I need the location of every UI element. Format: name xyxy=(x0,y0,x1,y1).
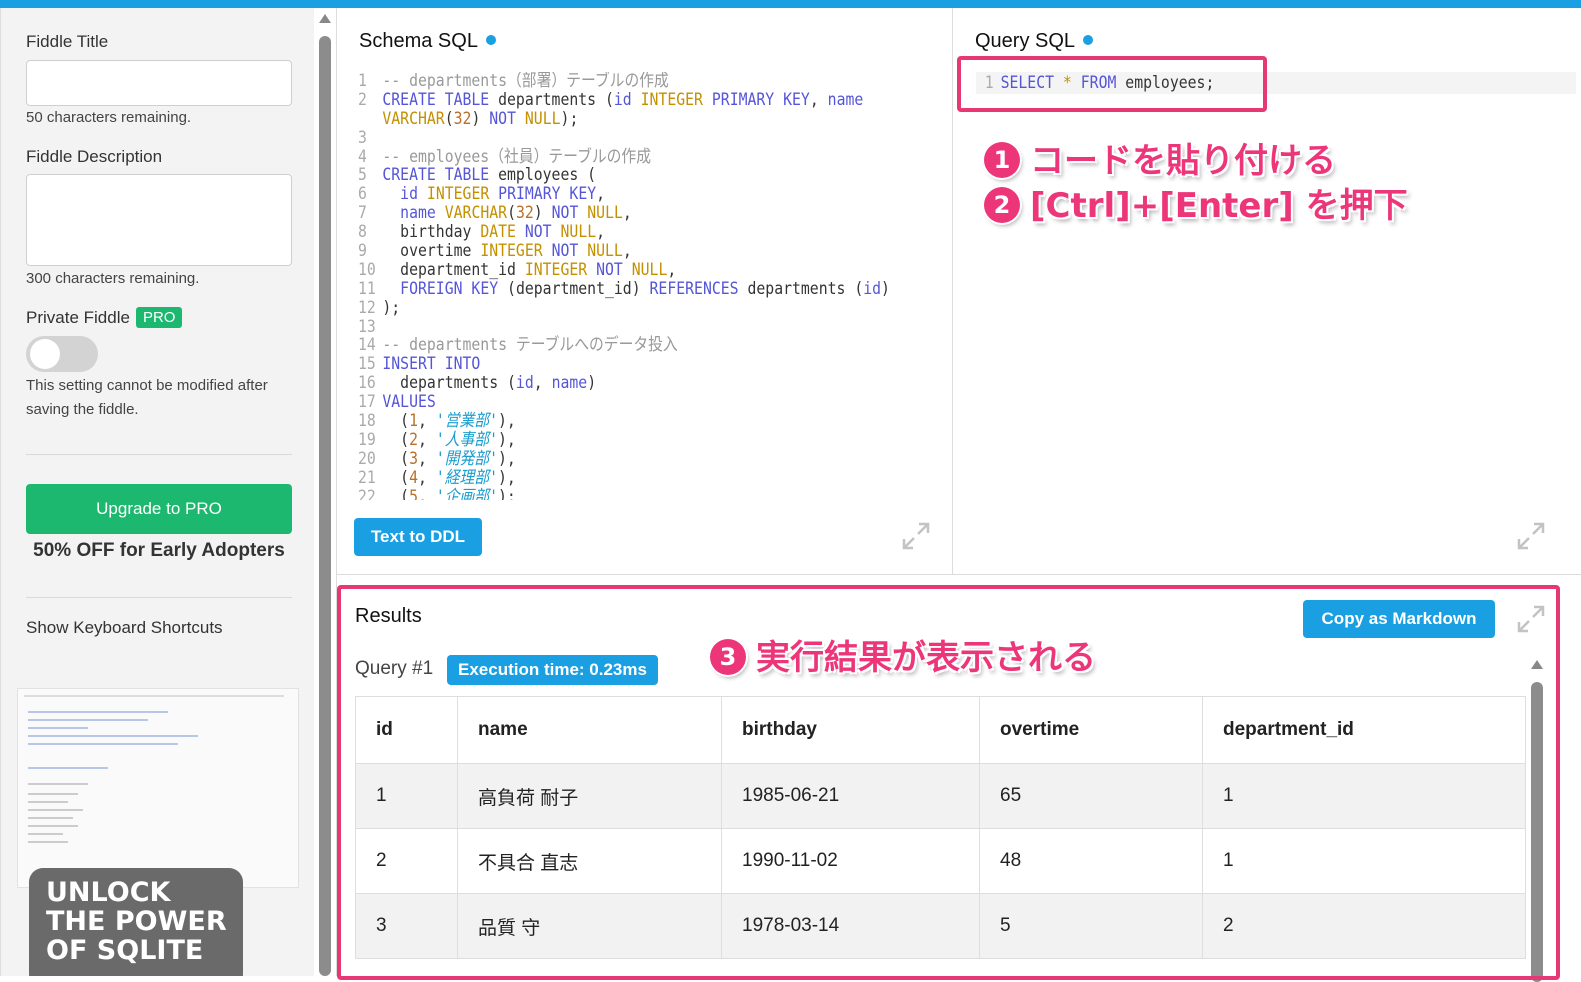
annotation-text: コードを貼り付ける xyxy=(1030,141,1336,181)
offer-text: 50% OFF for Early Adopters xyxy=(33,540,285,561)
scrollbar-thumb[interactable] xyxy=(319,36,331,976)
code-line: 5 CREATE TABLE employees ( xyxy=(358,165,597,186)
sidebar: Fiddle Title 50 characters remaining. Fi… xyxy=(0,8,314,976)
schema-editor[interactable]: 1 -- departments（部署）テーブルの作成 2 CREATE TABLE… xyxy=(358,72,948,500)
private-note: This setting cannot be modified after sa… xyxy=(26,377,268,418)
pro-badge: PRO xyxy=(135,307,183,328)
code-line: 2 CREATE TABLE departments (id INTEGER PR… xyxy=(358,89,864,110)
status-dot-icon xyxy=(485,35,496,45)
code-line: 13 xyxy=(358,316,376,337)
code-line: 10 department_id INTEGER NOT NULL, xyxy=(358,259,677,280)
description-remaining: 300 characters remaining. xyxy=(26,270,200,287)
expand-icon[interactable] xyxy=(900,520,932,552)
code-line: 15 INSERT INTO xyxy=(358,354,481,375)
annotation-step-1: 1 コードを貼り付ける xyxy=(984,133,1336,182)
scroll-up-arrow-icon[interactable] xyxy=(319,14,331,23)
code-line: 22 (5, '企画部'); xyxy=(358,486,516,500)
promo-line-2: THE POWER xyxy=(46,906,227,937)
expand-icon[interactable] xyxy=(1515,520,1547,552)
query-sql-title-text: Query SQL xyxy=(975,30,1076,52)
highlight-box-results xyxy=(337,585,1560,980)
code-line: 4 -- employees（社員）テーブルの作成 xyxy=(358,146,652,167)
promo-screenshot-image xyxy=(17,688,299,888)
fiddle-description-input[interactable] xyxy=(26,174,292,266)
code-line: 17 VALUES xyxy=(358,392,436,413)
promo-line-1: UNLOCK xyxy=(46,877,171,908)
code-line: 9 overtime INTEGER NOT NULL, xyxy=(358,241,632,262)
divider xyxy=(26,454,292,455)
annotation-text: [Ctrl]+[Enter] を押下 xyxy=(1030,186,1408,226)
code-line: 20 (3, '開発部'), xyxy=(358,448,516,469)
upgrade-pro-button[interactable]: Upgrade to PRO xyxy=(26,484,292,534)
code-line: 18 (1, '営業部'), xyxy=(358,411,516,432)
divider xyxy=(952,8,953,574)
sidebar-scrollbar[interactable] xyxy=(318,8,332,976)
annotation-step-2: 2 [Ctrl]+[Enter] を押下 xyxy=(984,178,1408,227)
code-line: 7 name VARCHAR(32) NOT NULL, xyxy=(358,203,632,224)
code-line: 1 -- departments（部署）テーブルの作成 xyxy=(358,72,669,91)
highlight-box-query xyxy=(957,56,1267,112)
code-line: 8 birthday DATE NOT NULL, xyxy=(358,222,606,243)
private-fiddle-toggle[interactable] xyxy=(26,336,98,372)
code-line: 19 (2, '人事部'), xyxy=(358,429,516,450)
schema-sql-title: Schema SQL xyxy=(359,30,496,53)
top-accent-bar xyxy=(0,0,1581,8)
unlock-promo-banner[interactable]: UNLOCK THE POWER OF SQLITE xyxy=(29,868,243,976)
private-fiddle-row: Private Fiddle PRO xyxy=(26,307,183,328)
private-fiddle-label: Private Fiddle xyxy=(26,308,130,327)
keyboard-shortcuts-link[interactable]: Show Keyboard Shortcuts xyxy=(26,618,223,638)
fiddle-title-input[interactable] xyxy=(26,60,292,106)
code-line: 6 id INTEGER PRIMARY KEY, xyxy=(358,184,606,205)
step-number-badge: 2 xyxy=(984,187,1020,223)
code-line: 11 FOREIGN KEY (department_id) REFERENCE… xyxy=(358,278,890,299)
schema-sql-title-text: Schema SQL xyxy=(359,30,478,52)
code-line: 12); xyxy=(358,297,401,318)
divider xyxy=(336,574,1581,575)
code-line: 14 -- departments テーブルへのデータ投入 xyxy=(358,335,678,356)
fiddle-description-label: Fiddle Description xyxy=(26,147,163,166)
code-line: 16 departments (id, name) xyxy=(358,373,597,394)
title-remaining: 50 characters remaining. xyxy=(26,109,192,126)
code-line: 21 (4, '経理部'), xyxy=(358,467,516,488)
text-to-ddl-button[interactable]: Text to DDL xyxy=(354,518,482,556)
divider xyxy=(26,597,292,598)
promo-line-3: OF SQLITE xyxy=(46,935,204,966)
toggle-knob xyxy=(30,339,60,369)
query-sql-title: Query SQL xyxy=(975,30,1094,53)
code-line: VARCHAR(32) NOT NULL); xyxy=(382,108,579,129)
step-number-badge: 1 xyxy=(984,142,1020,178)
fiddle-title-label: Fiddle Title xyxy=(26,32,109,51)
code-line: 3 xyxy=(358,127,367,148)
status-dot-icon xyxy=(1083,35,1094,45)
